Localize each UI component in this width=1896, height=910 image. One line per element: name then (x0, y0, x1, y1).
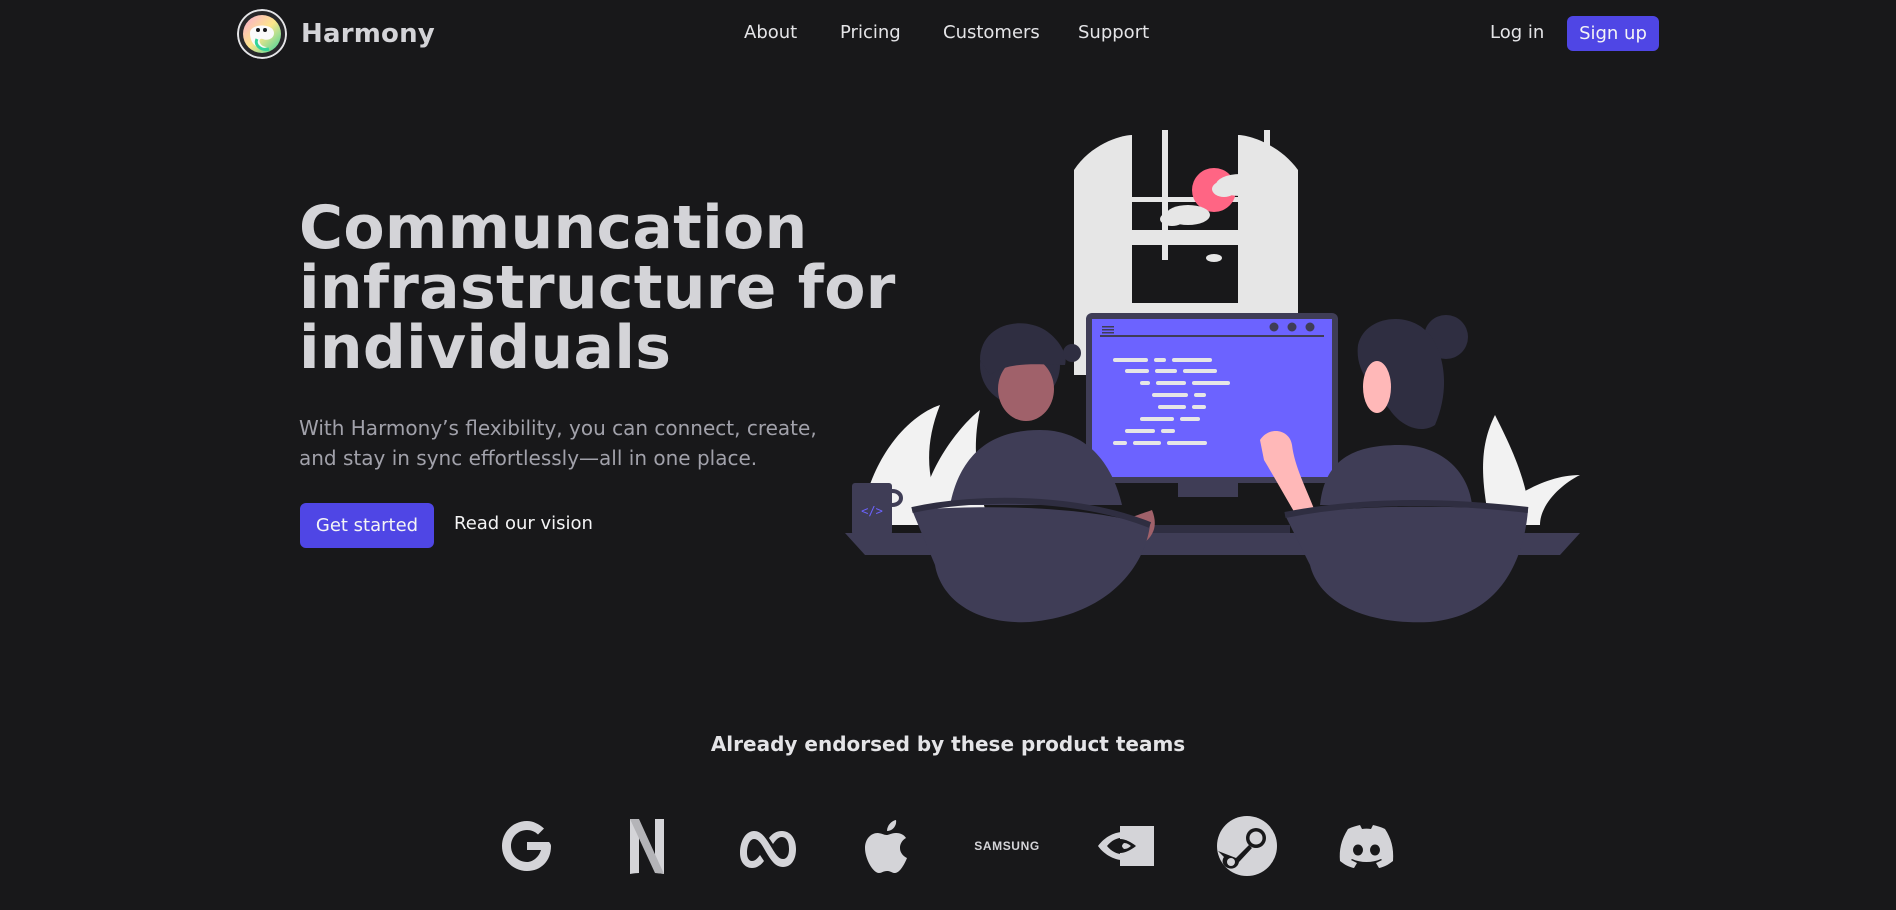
nav-support-link[interactable]: Support (1078, 22, 1154, 43)
hero-title-line: individuals (299, 313, 672, 383)
endorsement-logos: SAMSUNG (0, 815, 1896, 877)
nav-customers-link[interactable]: Customers (943, 22, 1040, 43)
discord-logo-icon (1339, 825, 1394, 868)
hero-title: Communcation infrastructure for individu… (299, 193, 896, 383)
samsung-wordmark: SAMSUNG (974, 839, 1040, 853)
nav-pricing-link[interactable]: Pricing (840, 22, 906, 43)
brand-home-link[interactable]: Harmony (237, 9, 435, 59)
mug-label: </> (861, 504, 883, 518)
netflix-logo-icon (630, 819, 664, 874)
google-logo-icon (502, 821, 551, 871)
apple-logo-icon (865, 820, 907, 873)
steam-logo-icon (1217, 816, 1277, 876)
login-link[interactable]: Log in (1490, 22, 1544, 43)
brand-name: Harmony (301, 19, 435, 49)
harmony-logo-icon (237, 9, 287, 59)
nvidia-logo-icon (1098, 826, 1154, 866)
samsung-logo-icon: SAMSUNG (974, 815, 1040, 877)
site-header: Harmony About Pricing Customers Support … (0, 0, 1896, 70)
hero-title-line: Communcation (299, 193, 808, 263)
two-developers-at-computer-illustration: </> (845, 130, 1580, 623)
nav-about-link[interactable]: About (744, 22, 804, 43)
hero-subtitle: With Harmony’s flexibility, you can conn… (299, 416, 817, 470)
hero-title-line: infrastructure for (299, 253, 896, 323)
signup-button[interactable]: Sign up (1567, 16, 1659, 51)
endorsements-title: Already endorsed by these product teams (710, 732, 1186, 756)
read-vision-link[interactable]: Read our vision (454, 513, 593, 534)
meta-logo-icon (740, 831, 796, 868)
get-started-button[interactable]: Get started (300, 503, 434, 548)
